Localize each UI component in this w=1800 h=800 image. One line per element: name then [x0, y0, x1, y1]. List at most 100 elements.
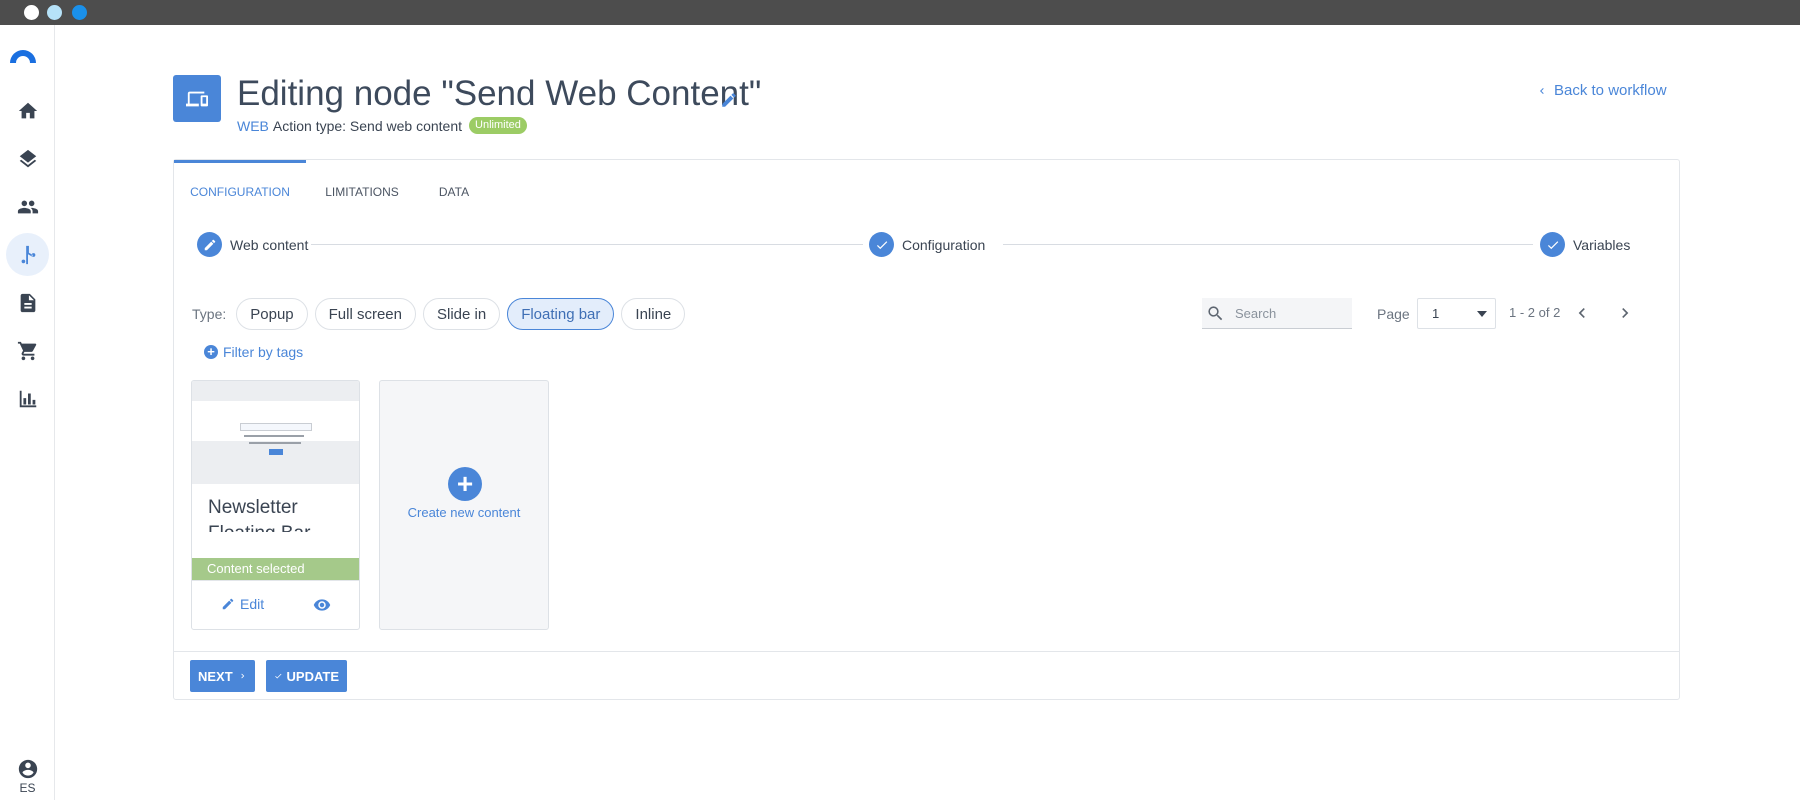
filter-tags-label: Filter by tags	[223, 344, 304, 360]
next-button[interactable]: NEXT	[190, 660, 255, 692]
back-link-label: Back to workflow	[1554, 82, 1667, 99]
window-minimize-dot[interactable]	[47, 5, 62, 20]
sidebar-item-home[interactable]	[6, 89, 49, 132]
type-chip-inline[interactable]: Inline	[621, 298, 686, 330]
check-icon	[876, 240, 887, 249]
step-connector	[1003, 244, 1533, 245]
sidebar-item-cart[interactable]	[6, 329, 49, 372]
node-subtitle: WEB Action type: Send web content Unlimi…	[237, 117, 527, 134]
thumbnail-line	[249, 442, 301, 444]
chevron-left-icon	[1578, 308, 1585, 318]
tab-bar: CONFIGURATION LIMITATIONS DATA	[174, 160, 1679, 210]
chevron-left-icon	[1540, 87, 1544, 94]
type-chip-full-screen[interactable]: Full screen	[314, 298, 416, 330]
type-chip-popup[interactable]: Popup	[236, 298, 308, 330]
chevron-right-icon	[241, 673, 244, 679]
action-type-text: Action type: Send web content	[272, 117, 463, 134]
account-icon	[18, 759, 37, 779]
step-label: Web content	[230, 236, 309, 253]
window-close-dot[interactable]	[24, 5, 39, 20]
home-icon	[18, 102, 37, 118]
app-logo[interactable]	[7, 45, 39, 77]
step-circle	[197, 232, 222, 257]
edit-title-button[interactable]	[720, 91, 738, 109]
eye-icon	[313, 599, 331, 611]
plus-circle-icon: +	[448, 467, 482, 501]
user-menu[interactable]: ES	[0, 758, 55, 795]
limit-badge: Unlimited	[469, 117, 527, 134]
search-field	[1202, 298, 1352, 329]
next-button-label: NEXT	[198, 668, 233, 684]
tab-data[interactable]: DATA	[418, 160, 490, 210]
content-thumbnail	[192, 381, 359, 484]
pagination-range: 1 - 2 of 2	[1509, 305, 1561, 320]
sidebar-item-documents[interactable]	[6, 281, 49, 324]
content-card-actions: Edit	[192, 580, 359, 629]
step-label: Variables	[1573, 236, 1631, 253]
sidebar-item-people[interactable]	[6, 185, 49, 228]
channel-link[interactable]: WEB	[237, 118, 269, 134]
user-initials: ES	[19, 781, 36, 795]
page-label: Page	[1377, 306, 1410, 322]
chart-icon	[19, 390, 36, 407]
edit-label: Edit	[240, 596, 265, 612]
step-circle	[1540, 232, 1565, 257]
next-page-button[interactable]	[1615, 303, 1635, 323]
page-select[interactable]: 1	[1417, 298, 1496, 329]
type-chip-slide-in[interactable]: Slide in	[422, 298, 501, 330]
window-maximize-dot[interactable]	[72, 5, 87, 20]
tab-limitations[interactable]: LIMITATIONS	[306, 160, 418, 210]
create-content-card[interactable]: + Create new content	[379, 380, 549, 630]
edit-content-button[interactable]: Edit	[221, 596, 264, 612]
cart-icon	[17, 341, 36, 360]
content-card-title: Newsletter Floating Bar	[208, 497, 310, 532]
create-content-label: Create new content	[407, 505, 521, 520]
plus-circle-icon: +	[204, 345, 218, 359]
thumbnail-line	[244, 435, 304, 437]
step-variables[interactable]: Variables	[1540, 232, 1630, 257]
thumbnail-preview	[192, 401, 359, 455]
type-filter-row: Type: Popup Full screen Slide in Floatin…	[192, 298, 692, 330]
back-to-workflow-link[interactable]: Back to workflow	[1536, 82, 1667, 99]
step-web-content[interactable]: Web content	[197, 232, 308, 257]
document-icon	[20, 293, 35, 312]
workflow-icon	[21, 245, 35, 264]
devices-icon	[186, 91, 208, 106]
update-button[interactable]: UPDATE	[266, 660, 347, 692]
pencil-icon	[722, 93, 736, 107]
step-label: Configuration	[902, 236, 986, 253]
sidebar-item-layers[interactable]	[6, 137, 49, 180]
pencil-icon	[222, 598, 234, 610]
tab-configuration[interactable]: CONFIGURATION	[174, 160, 306, 210]
sidebar-item-workflow[interactable]	[6, 233, 49, 276]
step-configuration[interactable]: Configuration	[869, 232, 985, 257]
type-label: Type:	[192, 306, 227, 322]
node-editor-card: CONFIGURATION LIMITATIONS DATA Web conte…	[173, 159, 1680, 700]
previous-page-button[interactable]	[1572, 303, 1592, 323]
page-title: Editing node "Send Web Content"	[237, 74, 762, 113]
filter-by-tags-link[interactable]: + Filter by tags	[204, 344, 303, 360]
search-icon	[1208, 305, 1223, 320]
type-chip-floating-bar[interactable]: Floating bar	[507, 298, 615, 330]
preview-content-button[interactable]	[311, 596, 333, 614]
thumbnail-toolbar	[240, 423, 312, 431]
check-icon	[1547, 240, 1558, 249]
pencil-icon	[204, 239, 215, 250]
search-input[interactable]	[1235, 305, 1335, 321]
update-button-label: UPDATE	[286, 668, 339, 684]
layers-icon	[19, 149, 36, 167]
chevron-right-icon	[1622, 308, 1629, 318]
caret-down-icon	[1477, 311, 1487, 317]
node-type-icon	[173, 75, 221, 122]
content-selected-banner: Content selected	[192, 558, 359, 580]
content-card[interactable]: Newsletter Floating Bar Content selected…	[191, 380, 360, 630]
check-icon	[275, 673, 282, 679]
window-titlebar	[0, 0, 1800, 25]
sidebar: ES	[0, 25, 55, 800]
page-select-value: 1	[1432, 306, 1440, 321]
stepper: Web content Configuration Variables	[197, 232, 1664, 258]
people-icon	[17, 200, 38, 213]
step-circle	[869, 232, 894, 257]
thumbnail-button	[269, 449, 283, 455]
sidebar-item-analytics[interactable]	[6, 377, 49, 420]
